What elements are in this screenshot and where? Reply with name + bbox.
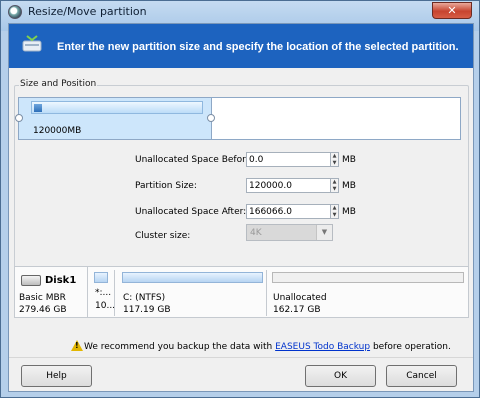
close-button[interactable]: ✕ (432, 2, 472, 19)
partition-segment-c[interactable]: C: (NTFS) 117.19 GB (119, 270, 267, 316)
chevron-down-icon[interactable]: ▼ (316, 225, 332, 240)
unallocated-after-spinner[interactable]: ▲ ▼ (331, 204, 339, 219)
right-resize-handle[interactable] (207, 114, 215, 122)
button-separator (9, 357, 473, 358)
unallocated-after-input[interactable]: 166066.0 (246, 204, 331, 219)
partition-size-field-label: Partition Size: (135, 181, 197, 191)
backup-link[interactable]: EASEUS Todo Backup (275, 342, 370, 352)
cluster-size-label: Cluster size: (135, 231, 191, 241)
banner-text: Enter the new partition size and specify… (57, 41, 459, 53)
partition-segment-system[interactable]: *:... 10... (91, 270, 115, 316)
title-bar[interactable]: Resize/Move partition ✕ (1, 1, 479, 23)
partition-segment-unallocated[interactable]: Unallocated 162.17 GB (269, 270, 467, 316)
disk-name: Disk1 (45, 275, 77, 286)
note-prefix: We recommend you backup the data with (84, 342, 276, 352)
window-title: Resize/Move partition (28, 5, 147, 18)
unallocated-after-label: Unallocated Space After: (135, 207, 247, 217)
note-suffix: before operation. (370, 342, 451, 352)
partition-map[interactable]: 120000MB (18, 97, 461, 140)
warning-icon (71, 340, 83, 351)
backup-recommendation: We recommend you backup the data with EA… (71, 338, 451, 352)
segment-size: 162.17 GB (273, 305, 321, 315)
partition-size-spinner[interactable]: ▲ ▼ (331, 178, 339, 193)
ok-button-label: OK (334, 371, 347, 381)
cancel-button-label: Cancel (406, 371, 437, 381)
unit-label: MB (342, 155, 356, 165)
partition-size-label: 120000MB (33, 126, 82, 136)
help-button-label: Help (46, 371, 67, 381)
segment-label: Unallocated (273, 293, 327, 303)
disk-type: Basic MBR (19, 293, 66, 303)
segment-size: 10... (95, 301, 116, 311)
segment-bar (94, 272, 108, 283)
ok-button[interactable]: OK (305, 365, 376, 387)
segment-bar (122, 272, 263, 283)
app-icon (8, 5, 22, 19)
unallocated-before-spinner[interactable]: ▲ ▼ (331, 152, 339, 167)
partition-usage-fill (34, 104, 42, 112)
segment-label: *:... (95, 288, 112, 298)
partition-size-input[interactable]: 120000.0 (246, 178, 331, 193)
cancel-button[interactable]: Cancel (386, 365, 457, 387)
unallocated-before-label: Unallocated Space Before: (135, 155, 255, 165)
disk-size: 279.46 GB (19, 305, 67, 315)
segment-label: C: (NTFS) (123, 293, 166, 303)
unit-label: MB (342, 207, 356, 217)
group-legend: Size and Position (19, 79, 98, 89)
cluster-size-select[interactable]: 4K ▼ (246, 224, 333, 241)
partition-block[interactable]: 120000MB (19, 98, 212, 139)
help-button[interactable]: Help (21, 365, 92, 387)
disk-info[interactable]: Disk1 Basic MBR 279.46 GB (15, 267, 88, 317)
segment-bar (272, 272, 464, 283)
cluster-size-value: 4K (250, 228, 262, 238)
hard-disk-icon (21, 275, 41, 286)
left-resize-handle[interactable] (15, 114, 23, 122)
unit-label: MB (342, 181, 356, 191)
unallocated-before-input[interactable]: 0.0 (246, 152, 331, 167)
instruction-banner: Enter the new partition size and specify… (9, 24, 473, 68)
segment-size: 117.19 GB (123, 305, 171, 315)
disk-resize-icon (22, 35, 42, 52)
dialog-client: Enter the new partition size and specify… (8, 23, 474, 392)
partition-usage-bar (31, 101, 203, 114)
disk-panel: Disk1 Basic MBR 279.46 GB *:... 10... C:… (14, 266, 469, 318)
resize-move-dialog: Resize/Move partition ✕ Enter the new pa… (0, 0, 480, 398)
